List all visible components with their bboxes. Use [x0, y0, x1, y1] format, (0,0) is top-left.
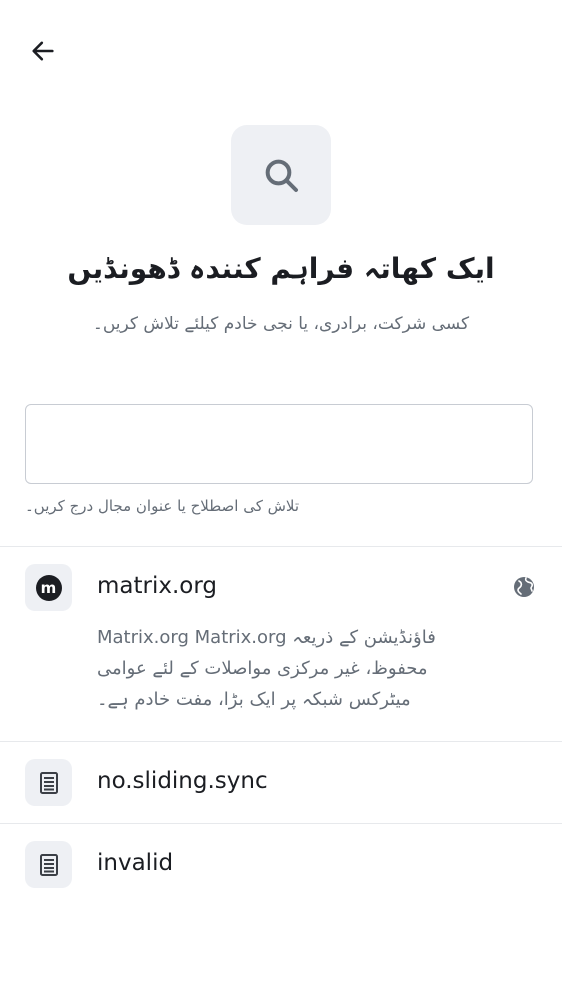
provider-name: no.sliding.sync — [97, 768, 268, 794]
server-icon — [39, 853, 58, 876]
back-button[interactable] — [22, 30, 64, 72]
matrix-logo-icon: m — [35, 574, 62, 601]
provider-item-no-sliding-sync[interactable]: no.sliding.sync — [0, 742, 562, 823]
description-line: محفوظ، غیر مرکزی مواصلات کے لئے عوامی — [97, 658, 428, 679]
server-icon — [39, 771, 58, 794]
search-helper-text: تلاش کی اصطلاح یا عنوان مجال درج کریں۔ — [25, 497, 300, 515]
globe-icon — [514, 577, 534, 597]
description-line: فاؤنڈیشن کے ذریعہ Matrix.org Matrix.org — [97, 627, 436, 648]
provider-item-invalid[interactable]: invalid — [0, 824, 562, 906]
search-input[interactable] — [25, 404, 533, 484]
provider-icon-tile: m — [25, 564, 72, 611]
provider-name: matrix.org — [97, 573, 218, 599]
page-title: ایک کھاتہ فراہم کنندہ ڈھونڈیں — [67, 252, 495, 285]
page-subtitle: کسی شرکت، برادری، یا نجی خادم کیلئے تلاش… — [92, 314, 470, 334]
provider-icon-tile — [25, 841, 72, 888]
description-line: میٹرکس شبکہ پر ایک بڑا، مفت خادم ہے۔ — [97, 689, 411, 710]
arrow-left-icon — [32, 41, 54, 61]
hero-icon-tile — [231, 125, 331, 225]
matrix-logo-letter: m — [40, 578, 57, 597]
provider-item-matrix-org[interactable]: m matrix.org فاؤنڈیشن کے ذریعہ Matrix.or… — [0, 547, 562, 741]
provider-icon-tile — [25, 759, 72, 806]
provider-description: فاؤنڈیشن کے ذریعہ Matrix.org Matrix.org … — [97, 622, 477, 715]
provider-name: invalid — [97, 850, 174, 876]
search-icon — [265, 159, 298, 192]
